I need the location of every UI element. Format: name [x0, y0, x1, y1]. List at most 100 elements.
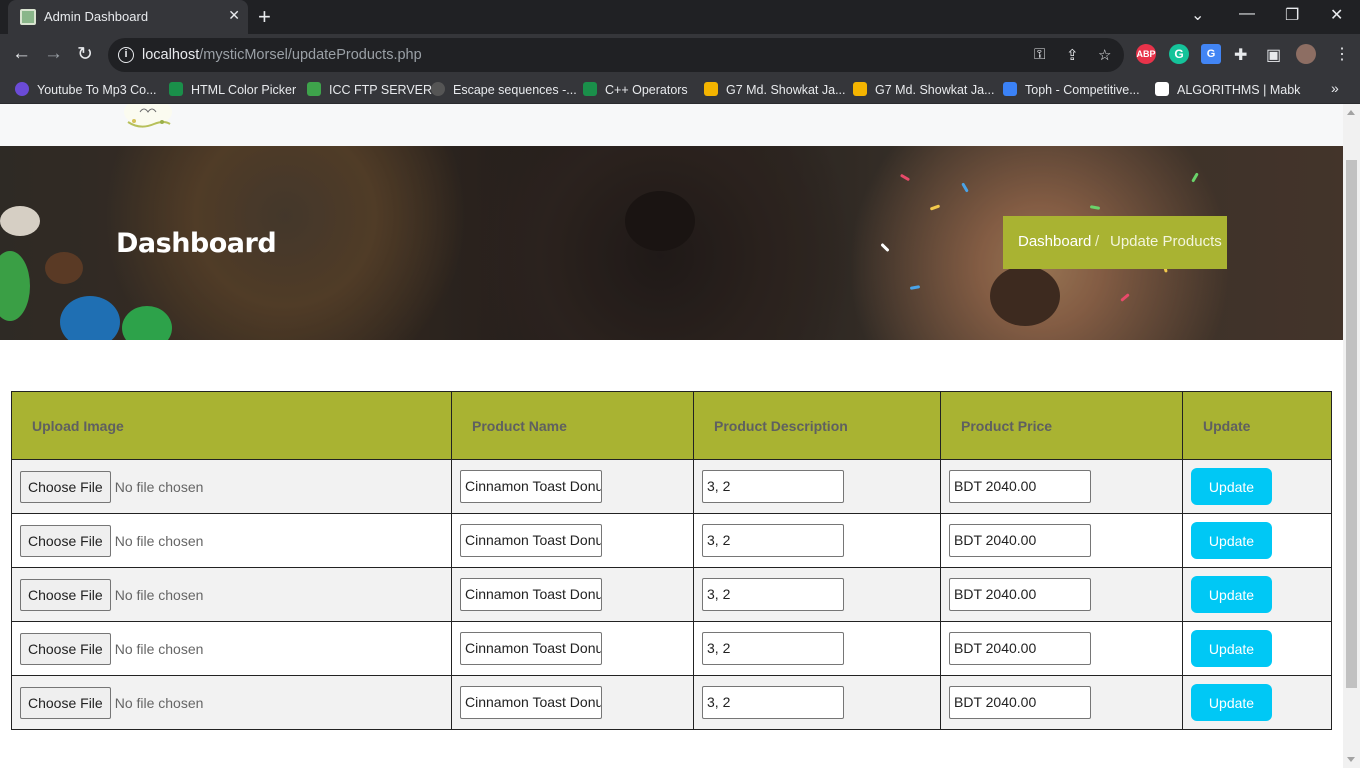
reload-icon[interactable]: ↻ [77, 43, 93, 66]
file-status-text: No file chosen [114, 478, 204, 495]
choose-file-button[interactable]: Choose File [20, 524, 111, 557]
bookmark-item[interactable]: ALGORITHMS | Mabk [1155, 82, 1300, 97]
breadcrumb-home-link[interactable]: Dashboard [1018, 233, 1091, 250]
back-icon[interactable]: ← [12, 43, 31, 65]
product-description-cell: 3, 2 [693, 567, 941, 622]
product-price-input[interactable]: BDT 2040.00 [949, 686, 1091, 719]
product-name-cell: Cinnamon Toast Donut, [451, 459, 694, 514]
update-button[interactable]: Update [1191, 468, 1272, 505]
product-name-cell: Cinnamon Toast Donut, [451, 621, 694, 676]
product-price-input[interactable]: BDT 2040.00 [949, 632, 1091, 665]
bookmark-item[interactable]: Toph - Competitive... [1003, 82, 1140, 97]
url-text[interactable]: localhost/mysticMorsel/updateProducts.ph… [142, 47, 422, 63]
choose-file-button[interactable]: Choose File [20, 686, 111, 719]
scrollbar-thumb[interactable] [1346, 160, 1357, 688]
bookmark-item[interactable]: G7 Md. Showkat Ja... [853, 82, 995, 97]
column-header-update: Update [1182, 391, 1332, 460]
candy-decoration [0, 251, 30, 321]
more-bookmarks-icon[interactable]: » [1331, 80, 1339, 96]
product-description-input[interactable]: 3, 2 [702, 578, 844, 611]
product-price-cell: BDT 2040.00 [940, 675, 1183, 730]
new-tab-icon[interactable]: + [258, 4, 271, 30]
w3schools-icon [583, 82, 597, 96]
site-info-icon[interactable]: i [118, 47, 134, 63]
column-header-product-name: Product Name [451, 391, 694, 460]
product-name-input[interactable]: Cinnamon Toast Donut, [460, 578, 602, 611]
bookmark-item[interactable]: Escape sequences -... [431, 82, 577, 97]
candy-decoration [60, 296, 120, 340]
minimize-icon[interactable]: — [1239, 5, 1255, 23]
upload-image-cell: Choose File No file chosen [11, 675, 452, 730]
file-status-text: No file chosen [114, 586, 204, 603]
close-tab-icon[interactable]: ✕ [228, 7, 240, 24]
forward-icon[interactable]: → [44, 43, 63, 65]
product-name-cell: Cinnamon Toast Donut, [451, 675, 694, 730]
product-name-input[interactable]: Cinnamon Toast Donut, [460, 632, 602, 665]
chrome-menu-icon[interactable]: ⋮ [1334, 44, 1350, 64]
product-description-input[interactable]: 3, 2 [702, 524, 844, 557]
product-description-cell: 3, 2 [693, 513, 941, 568]
file-status-text: No file chosen [114, 640, 204, 657]
update-cell: Update [1182, 459, 1332, 514]
product-price-input[interactable]: BDT 2040.00 [949, 470, 1091, 503]
extensions-puzzle-icon[interactable]: ✚ [1234, 45, 1247, 65]
sprinkle-decoration [909, 285, 921, 290]
donut-hole-decoration [625, 191, 695, 251]
page-scrollbar[interactable] [1343, 104, 1360, 768]
update-button[interactable]: Update [1191, 684, 1272, 721]
choose-file-button[interactable]: Choose File [20, 578, 111, 611]
product-name-input[interactable]: Cinnamon Toast Donut, [460, 524, 602, 557]
product-description-cell: 3, 2 [693, 459, 941, 514]
product-price-input[interactable]: BDT 2040.00 [949, 578, 1091, 611]
w3schools-icon [169, 82, 183, 96]
google-drive-icon [853, 82, 867, 96]
bookmark-star-icon[interactable]: ☆ [1098, 46, 1111, 64]
update-cell: Update [1182, 621, 1332, 676]
product-price-input[interactable]: BDT 2040.00 [949, 524, 1091, 557]
update-button[interactable]: Update [1191, 630, 1272, 667]
bookmark-item[interactable]: C++ Operators [583, 82, 688, 97]
bookmark-item[interactable]: Youtube To Mp3 Co... [15, 82, 157, 97]
upload-image-cell: Choose File No file chosen [11, 621, 452, 676]
adblock-extension-icon[interactable]: ABP [1136, 44, 1156, 64]
bookmark-item[interactable]: ICC FTP SERVER [307, 82, 432, 97]
scroll-down-icon[interactable] [1347, 757, 1355, 762]
restore-icon[interactable]: ❐ [1285, 5, 1299, 25]
browser-tab[interactable]: Admin Dashboard ✕ [8, 0, 248, 34]
scroll-up-icon[interactable] [1347, 110, 1355, 115]
toph-icon [1003, 82, 1017, 96]
google-drive-icon [704, 82, 718, 96]
product-name-input[interactable]: Cinnamon Toast Donut, [460, 470, 602, 503]
icc-ftp-icon [307, 82, 321, 96]
update-button[interactable]: Update [1191, 522, 1272, 559]
product-description-input[interactable]: 3, 2 [702, 470, 844, 503]
bookmarks-bar: Youtube To Mp3 Co... HTML Color Picker I… [0, 76, 1360, 104]
product-description-input[interactable]: 3, 2 [702, 686, 844, 719]
site-header [0, 104, 1343, 146]
bookmark-item[interactable]: G7 Md. Showkat Ja... [704, 82, 846, 97]
product-name-cell: Cinnamon Toast Donut, [451, 567, 694, 622]
upload-image-cell: Choose File No file chosen [11, 459, 452, 514]
choose-file-button[interactable]: Choose File [20, 632, 111, 665]
close-window-icon[interactable]: ✕ [1330, 5, 1343, 25]
sprinkle-decoration [880, 242, 890, 253]
grammarly-extension-icon[interactable]: G [1169, 44, 1189, 64]
breadcrumb-current: Update Products [1110, 233, 1222, 250]
profile-avatar[interactable] [1296, 44, 1316, 64]
site-logo[interactable] [122, 104, 174, 128]
choose-file-button[interactable]: Choose File [20, 470, 111, 503]
tab-search-chevron-icon[interactable]: ⌄ [1191, 5, 1204, 25]
bookmark-item[interactable]: HTML Color Picker [169, 82, 296, 97]
product-name-input[interactable]: Cinnamon Toast Donut, [460, 686, 602, 719]
key-icon[interactable]: ⚿ [1034, 46, 1045, 63]
share-icon[interactable]: ⇪ [1066, 46, 1079, 64]
product-description-input[interactable]: 3, 2 [702, 632, 844, 665]
update-button[interactable]: Update [1191, 576, 1272, 613]
translate-extension-icon[interactable]: G [1201, 44, 1221, 64]
table-header-row: Upload Image Product Name Product Descri… [11, 391, 1332, 460]
address-bar[interactable]: i localhost/mysticMorsel/updateProducts.… [108, 38, 1124, 72]
side-panel-icon[interactable]: ▣ [1266, 45, 1281, 65]
table-row: Choose File No file chosen Cinnamon Toast… [11, 567, 1332, 622]
browser-tab-bar: Admin Dashboard ✕ + ⌄ — ❐ ✕ [0, 0, 1360, 34]
products-table: Upload Image Product Name Product Descri… [11, 391, 1332, 730]
